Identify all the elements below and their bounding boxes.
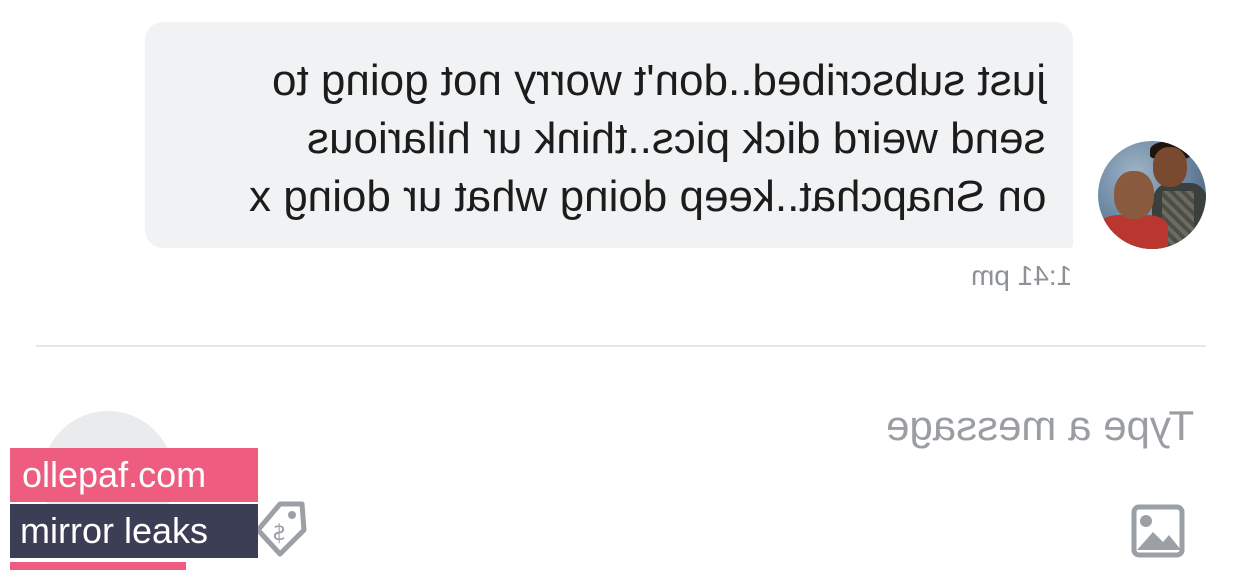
message-timestamp: 1:41 pm (970, 260, 1072, 291)
message-input[interactable]: Type a message (700, 402, 1194, 458)
message-text: just subscribed..don't worry not going t… (186, 52, 1046, 226)
watermark-site: ollepaf.com (10, 448, 258, 502)
composer-divider (36, 345, 1206, 347)
message-line: on Snapchat..keep doing what ur doing x (248, 172, 1046, 221)
avatar-face (1114, 171, 1154, 219)
dollar-tag-icon[interactable]: $ (254, 500, 308, 558)
message-line: send weird dick pics..think ur hilarious (307, 114, 1046, 163)
watermark-label: mirror leaks (10, 504, 258, 558)
watermark-strip (10, 562, 186, 570)
message-line: just subscribed..don't worry not going t… (272, 56, 1046, 105)
avatar-figure (1098, 215, 1168, 249)
chat-screen: just subscribed..don't worry not going t… (0, 0, 1242, 570)
avatar-face (1153, 147, 1187, 187)
image-icon[interactable] (1131, 504, 1185, 558)
svg-text:$: $ (272, 521, 286, 546)
avatar[interactable] (1098, 141, 1206, 249)
